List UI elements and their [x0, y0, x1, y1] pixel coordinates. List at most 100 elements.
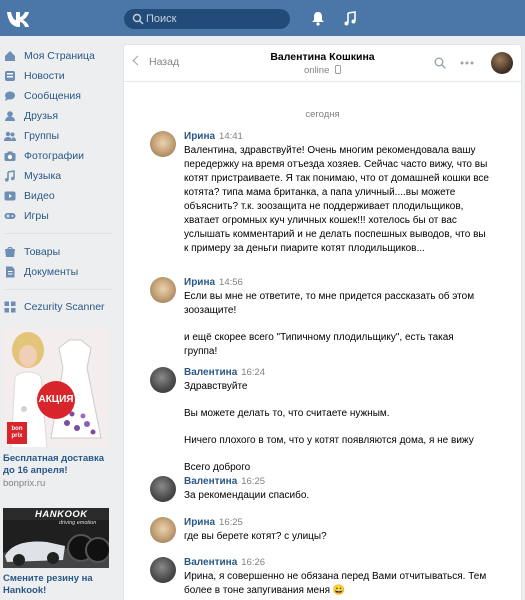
message-time: 16:26 [241, 557, 266, 568]
ad-brand-logo: HANKOOK [35, 509, 88, 520]
sidebar-item-label: Новости [24, 70, 65, 82]
author-name[interactable]: Ирина [184, 277, 215, 288]
message-paragraph: Вы можете делать то, что считаете нужным… [184, 408, 390, 419]
sidebar-item-music[interactable]: Музыка [0, 166, 115, 186]
sidebar-item-news[interactable]: Новости [0, 66, 115, 86]
search-icon[interactable] [434, 57, 446, 69]
author-name[interactable]: Валентина [184, 367, 237, 378]
ad-title[interactable]: Смените резину на Hankook! [3, 573, 115, 597]
news-icon [5, 71, 15, 81]
message-author[interactable]: Валентина 16:25 [184, 476, 265, 487]
message-author[interactable]: Ирина 16:25 [184, 517, 243, 528]
sidebar-item-goods[interactable]: Товары [0, 242, 115, 262]
message-paragraph: Всего доброго [184, 462, 251, 473]
sidebar-item-label: Моя Страница [24, 50, 95, 62]
user-icon [5, 111, 15, 121]
avatar[interactable] [150, 367, 176, 393]
message-author[interactable]: Ирина 14:56 [184, 277, 243, 288]
status-text: online [304, 65, 330, 76]
message-author[interactable]: Валентина 16:26 [184, 557, 265, 568]
ad-banner-hankook[interactable]: HANKOOK driving emotion [3, 508, 109, 568]
app-icon [4, 301, 16, 313]
sidebar-item-my-page[interactable]: Моя Страница [0, 46, 115, 66]
chat-icon [5, 91, 15, 101]
sidebar-item-games[interactable]: Игры [0, 206, 115, 226]
sidebar-item-messages[interactable]: Сообщения [0, 86, 115, 106]
author-name[interactable]: Ирина [184, 517, 215, 528]
avatar[interactable] [150, 277, 176, 303]
search-placeholder: Поиск [146, 13, 177, 25]
sidebar-item-groups[interactable]: Группы [0, 126, 115, 146]
message-text: За рекомендации спасибо. [184, 489, 489, 516]
message-time: 14:56 [219, 277, 243, 288]
sidebar-item-label: Cezurity Scanner [24, 301, 105, 313]
message-time: 16:24 [241, 367, 266, 378]
message-time: 14:41 [219, 131, 243, 142]
message-paragraph: Ирина, я совершенно не обязана перед Вам… [184, 571, 487, 596]
sidebar-item-documents[interactable]: Документы [0, 262, 115, 282]
message-text: Здравствуйте Вы можете делать то, что сч… [184, 380, 489, 488]
top-bar: Поиск [0, 0, 525, 36]
ad-badge: АКЦИЯ [38, 394, 74, 405]
author-name[interactable]: Ирина [184, 131, 215, 142]
message-paragraph: где вы берете котят? с улицы? [184, 531, 327, 542]
sidebar-item-label: Группы [24, 130, 59, 142]
avatar[interactable] [150, 476, 176, 502]
sidebar-item-friends[interactable]: Друзья [0, 106, 115, 126]
message-text: Валентина, здравствуйте! Очень многим ре… [184, 144, 489, 269]
search-icon [132, 13, 144, 25]
contact-status: online [124, 65, 521, 76]
users-icon [4, 131, 16, 141]
message-paragraph: Валентина, здравствуйте! Очень многим ре… [184, 145, 489, 254]
message-time: 16:25 [241, 476, 266, 487]
message-time: 16:25 [219, 517, 243, 528]
music-icon [5, 170, 15, 182]
author-name[interactable]: Валентина [184, 476, 237, 487]
message-text: Если вы мне не ответите, то мне придется… [184, 290, 489, 372]
sidebar-item-label: Фотографии [24, 150, 85, 162]
ad-tagline: driving emotion [59, 520, 97, 526]
camera-icon [4, 151, 16, 161]
ad-banner-bonprix[interactable]: АКЦИЯ bon prix [3, 328, 109, 448]
message-paragraph: Если вы мне не ответите, то мне придется… [184, 291, 475, 316]
search-input[interactable]: Поиск [124, 9, 290, 29]
chat-header: Назад Валентина Кошкина online [124, 45, 521, 82]
sidebar-item-label: Музыка [24, 170, 62, 182]
message-text: где вы берете котят? с улицы? [184, 530, 489, 557]
shop-icon [5, 246, 15, 257]
ad-title[interactable]: Бесплатная доставка до 16 апреля! [3, 453, 115, 477]
sidebar-item-label: Товары [24, 246, 61, 258]
document-icon [6, 266, 15, 278]
vk-logo[interactable] [6, 8, 30, 28]
music-note-icon[interactable] [343, 11, 357, 26]
date-divider: сегодня [305, 109, 340, 120]
contact-avatar[interactable] [491, 52, 513, 74]
sidebar-item-label: Сообщения [24, 90, 81, 102]
message-text: Ирина, я совершенно не обязана перед Вам… [184, 570, 489, 600]
sidebar-item-label: Игры [24, 210, 49, 222]
bell-icon[interactable] [311, 11, 325, 26]
video-icon [4, 191, 16, 201]
home-icon [5, 51, 15, 61]
sidebar-item-photos[interactable]: Фотографии [0, 146, 115, 166]
author-name[interactable]: Валентина [184, 557, 237, 568]
ad-url[interactable]: bonprix.ru [3, 478, 45, 489]
message-author[interactable]: Валентина 16:24 [184, 367, 265, 378]
sidebar-item-label: Друзья [24, 110, 59, 122]
sidebar-item-label: Видео [24, 190, 55, 202]
gamepad-icon [4, 213, 16, 219]
ad-brand-logo: bon prix [11, 426, 23, 439]
more-icon[interactable] [460, 61, 474, 65]
message-paragraph: Здравствуйте [184, 381, 248, 392]
sidebar-item-cezurity[interactable]: Cezurity Scanner [0, 297, 115, 317]
avatar[interactable] [150, 557, 176, 583]
chat-panel: Назад Валентина Кошкина online сегодня И… [124, 45, 521, 600]
avatar[interactable] [150, 517, 176, 543]
message-author[interactable]: Ирина 14:41 [184, 131, 243, 142]
mobile-icon [335, 65, 341, 74]
message-paragraph: и ещё скорее всего "Типичному плодильщик… [184, 332, 454, 357]
avatar[interactable] [150, 131, 176, 157]
sidebar-item-label: Документы [24, 266, 79, 278]
sidebar-divider [4, 289, 112, 290]
sidebar-item-video[interactable]: Видео [0, 186, 115, 206]
